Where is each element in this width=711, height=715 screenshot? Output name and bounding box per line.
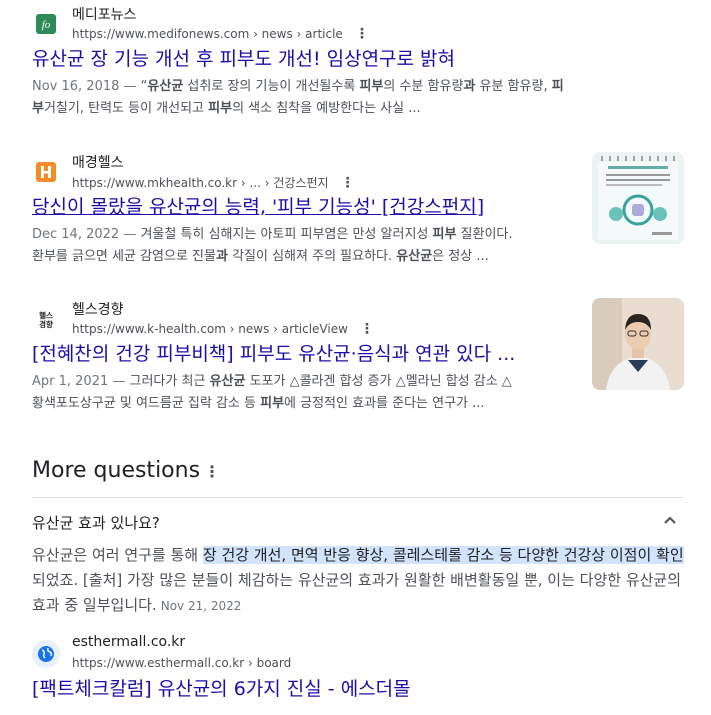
result-title-link[interactable]: 유산균 장 기능 개선 후 피부도 개선! 임상연구로 밝혀 [32, 46, 682, 72]
chevron-up-icon [664, 516, 676, 524]
result-source[interactable]: fo 메디포뉴스 https://www.medifonews.com › ne… [32, 0, 682, 42]
search-result: 헬스 경향 헬스경향 https://www.k-health.com › ne… [32, 295, 572, 415]
result-url: https://www.mkhealth.co.kr › ... › 건강스펀지… [72, 175, 355, 191]
result-site-name: 헬스경향 [72, 302, 124, 318]
result-site-name: 메디포뉴스 [72, 7, 137, 23]
result-title-link[interactable]: 당신이 몰랐을 유산균의 능력, '피부 기능성' [건강스펀지] [32, 194, 572, 220]
result-url: https://www.medifonews.com › news › arti… [72, 26, 369, 42]
khealth-favicon-icon: 헬스 경향 [32, 305, 60, 333]
result-source[interactable]: 매경헬스 https://www.mkhealth.co.kr › ... › … [32, 148, 572, 191]
more-options-icon[interactable]: ⋮ [360, 321, 374, 337]
result-url: https://www.k-health.com › news › articl… [72, 321, 374, 337]
result-snippet: Apr 1, 2021 — 그러다가 최근 유산균 도포가 △콜라겐 합성 증가… [32, 374, 512, 411]
result-snippet: Dec 14, 2022 — 겨울철 특히 심해지는 아토피 피부염은 만성 알… [32, 227, 513, 264]
more-options-icon[interactable]: ⋮ [204, 462, 220, 481]
result-site-name: 매경헬스 [72, 155, 124, 171]
more-questions-heading: More questions [32, 458, 201, 483]
result-thumbnail[interactable] [592, 298, 684, 390]
answer-highlight: 장 건강 개선, 면역 반응 향상, 콜레스테롤 감소 등 다양한 건강상 이점… [202, 546, 684, 564]
result-thumbnail[interactable] [592, 152, 684, 244]
result-snippet: Nov 16, 2018 — “유산균 섭취로 장의 기능이 개선될수록 피부의… [32, 79, 564, 116]
answer-date: Nov 21, 2022 [160, 599, 242, 613]
result-title-link[interactable]: [팩트체크칼럼] 유산균의 6가지 진실 - 에스더몰 [32, 676, 682, 702]
mkhealth-favicon-icon [32, 158, 60, 186]
result-title-link[interactable]: [전혜찬의 건강 피부비책] 피부도 유산균·음식과 연관 있다 ... [32, 341, 572, 367]
question-text: 유산균 효과 있나요? [32, 514, 160, 532]
result-source[interactable]: esthermall.co.kr https://www.esthermall.… [32, 630, 682, 670]
search-result: fo 메디포뉴스 https://www.medifonews.com › ne… [32, 0, 682, 120]
answer-source-result: esthermall.co.kr https://www.esthermall.… [32, 630, 682, 702]
more-options-icon[interactable]: ⋮ [341, 175, 355, 191]
medifonews-favicon-icon: fo [32, 10, 60, 38]
svg-text:fo: fo [42, 19, 51, 31]
search-result: 매경헬스 https://www.mkhealth.co.kr › ... › … [32, 148, 572, 268]
more-options-icon[interactable]: ⋮ [355, 26, 369, 42]
question-toggle[interactable]: 유산균 효과 있나요? [32, 510, 683, 536]
result-site-name: esthermall.co.kr [72, 634, 186, 650]
divider [32, 497, 683, 498]
svg-text:경향: 경향 [39, 319, 53, 329]
result-url: https://www.esthermall.co.kr › board [72, 656, 292, 670]
answer-text: 유산균은 여러 연구를 통해 장 건강 개선, 면역 반응 향상, 콜레스테롤 … [32, 546, 684, 614]
svg-text:헬스: 헬스 [39, 310, 53, 320]
globe-icon [32, 640, 60, 668]
result-source[interactable]: 헬스 경향 헬스경향 https://www.k-health.com › ne… [32, 295, 572, 337]
